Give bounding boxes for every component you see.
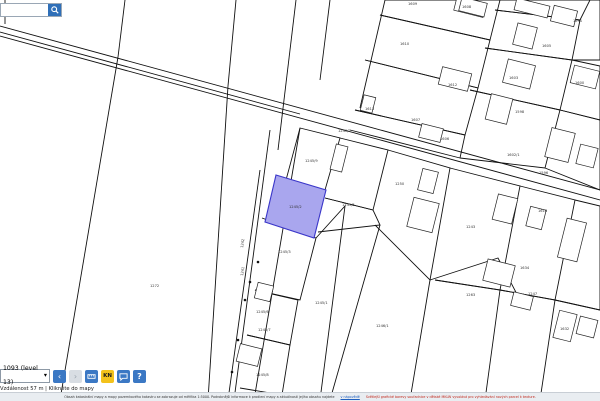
parcel-label: 1612	[448, 83, 457, 87]
kn-label: KN	[103, 373, 112, 379]
help-button[interactable]: ?	[133, 369, 146, 383]
next-button[interactable]: ›	[69, 369, 82, 383]
ruler-icon	[87, 373, 96, 379]
parcel-label: 1245/2	[289, 205, 302, 209]
parcel-label: 1245/5	[342, 203, 355, 207]
cadastral-map[interactable]: 1272 1242 1241 1245/2 1245/3 1245/1 1245…	[0, 0, 600, 400]
parcel-label: 1596	[539, 171, 549, 175]
parcel-label: 1245/7	[258, 328, 271, 332]
parcel-label: 1240/2	[338, 129, 351, 133]
parcel-label: 1634	[520, 266, 530, 270]
parcel-label: 1247	[528, 292, 537, 296]
parcel-label: 1245/1	[315, 301, 328, 305]
parcel-label: 1600	[575, 81, 585, 85]
parcel-label: 1608	[462, 5, 472, 9]
parcel-label: 1245/3	[278, 250, 291, 254]
parcel-label: 1591	[573, 19, 582, 23]
chat-icon	[119, 372, 128, 381]
parcel-label: 1272	[150, 284, 159, 288]
parcel-label: 1610	[400, 42, 410, 46]
map-toolbar: 1093 (level 13) ▾ ‹ › KN ?	[0, 365, 160, 386]
parcel-label: 1245/8	[256, 373, 269, 377]
parcel-label: 1632	[560, 327, 569, 331]
parcel-label: 1246/1	[376, 324, 389, 328]
parcel-label: 1243	[466, 225, 475, 229]
kn-button[interactable]: KN	[101, 369, 114, 383]
parcel-label: 1607	[411, 118, 420, 122]
parcel-label: 1605	[542, 44, 551, 48]
parcel-label: 1602/1	[507, 153, 520, 157]
parcel-label: 1603	[509, 76, 518, 80]
parcel-label: 1606	[440, 137, 450, 141]
feedback-button[interactable]	[117, 369, 130, 383]
chevron-right-icon: ›	[73, 371, 78, 381]
search-input[interactable]	[1, 4, 52, 16]
parcel-label: 1245/9	[305, 159, 318, 163]
help-icon: ?	[137, 371, 142, 381]
search-button[interactable]	[48, 4, 61, 16]
parcel-label: 1613	[365, 107, 374, 111]
prev-button[interactable]: ‹	[53, 369, 66, 383]
measure-button[interactable]	[85, 369, 98, 383]
help-link[interactable]: v nápovědě	[340, 395, 359, 399]
scale-select[interactable]: 1093 (level 13) ▾	[0, 365, 50, 386]
chevron-left-icon: ‹	[57, 371, 62, 381]
footer-warning: Světlejší grafické barevy souřadnice v d…	[365, 395, 536, 399]
parcel-label: 1598	[515, 110, 525, 114]
parcel-label: 1245/6	[256, 310, 269, 314]
parcel-label: 1250	[395, 182, 405, 186]
search-icon	[50, 6, 59, 14]
footer-text: Obsah katastrální mapy a mapy pozemkovéh…	[64, 395, 335, 399]
parcel-label: 1616	[538, 209, 548, 213]
chevron-down-icon: ▾	[43, 372, 47, 379]
search-box	[0, 3, 62, 17]
parcel-label: 1263	[466, 293, 475, 297]
parcel-label: 1609	[408, 2, 418, 6]
